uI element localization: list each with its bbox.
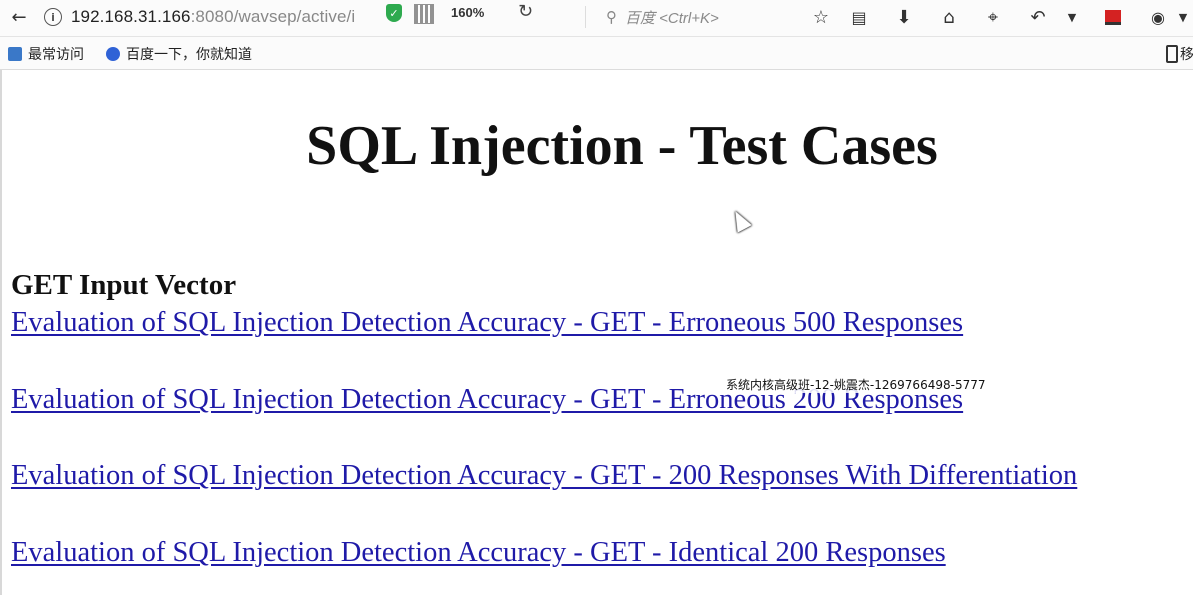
test-case-link[interactable]: Evaluation of SQL Injection Detection Ac… (11, 460, 1077, 492)
screen-icon[interactable] (1100, 4, 1126, 30)
search-box[interactable]: ⚲ 百度 <Ctrl+K> (606, 4, 796, 30)
reading-list-icon[interactable]: ▤ (846, 4, 872, 30)
baidu-paw-icon (106, 47, 120, 61)
search-placeholder: 百度 <Ctrl+K> (625, 9, 719, 27)
page-title: SQL Injection - Test Cases (306, 115, 938, 177)
watermark-text: 系统内核高级班-12-姚震杰-1269766498-5777 (726, 376, 986, 393)
test-case-link[interactable]: Evaluation of SQL Injection Detection Ac… (11, 307, 963, 339)
mobile-bookmarks-icon[interactable] (1166, 45, 1178, 63)
bookmark-label: 最常访问 (28, 47, 84, 63)
url-host: 192.168.31.166 (71, 7, 191, 26)
reload-icon[interactable]: ↻ (518, 1, 533, 22)
back-arrow-icon[interactable]: ← (6, 4, 32, 30)
download-icon[interactable]: ⬇ (891, 4, 917, 30)
bookmarks-bar: 最常访问 百度一下，你就知道 移 (0, 37, 1193, 70)
bookmark-most-visited[interactable]: 最常访问 (8, 44, 84, 64)
browser-toolbar: ← i 192.168.31.166:8080/wavsep/active/i … (0, 0, 1193, 37)
home-icon[interactable]: ⌂ (936, 4, 962, 30)
chevron-down-icon[interactable]: ▼ (1175, 4, 1191, 30)
test-case-link[interactable]: Evaluation of SQL Injection Detection Ac… (11, 537, 946, 569)
screenshot-crop-icon[interactable]: ⌖ (980, 4, 1006, 30)
search-icon: ⚲ (606, 8, 617, 26)
info-icon[interactable]: i (44, 8, 62, 26)
bookmark-folder-icon (8, 47, 22, 61)
qr-code-icon[interactable] (414, 4, 434, 24)
section-heading: GET Input Vector (11, 269, 237, 301)
shield-icon[interactable]: ✓ (386, 4, 402, 22)
undo-icon[interactable]: ↶ (1025, 4, 1051, 30)
zoom-level[interactable]: 160% (451, 4, 484, 22)
bookmark-baidu[interactable]: 百度一下，你就知道 (106, 44, 252, 64)
page-content: SQL Injection - Test Cases GET Input Vec… (0, 70, 1193, 595)
address-bar[interactable]: i 192.168.31.166:8080/wavsep/active/i (38, 4, 583, 30)
url-text[interactable]: 192.168.31.166:8080/wavsep/active/i (71, 7, 383, 27)
camera-icon[interactable]: ◉ (1145, 4, 1171, 30)
url-path: :8080/wavsep/active/i (190, 7, 356, 26)
bookmark-label: 百度一下，你就知道 (126, 47, 252, 63)
toolbar-divider (585, 6, 586, 28)
star-icon[interactable]: ☆ (808, 4, 834, 30)
chevron-down-icon[interactable]: ▼ (1062, 4, 1082, 30)
mouse-cursor-icon (728, 207, 752, 233)
mobile-bookmarks-label[interactable]: 移 (1180, 44, 1193, 64)
